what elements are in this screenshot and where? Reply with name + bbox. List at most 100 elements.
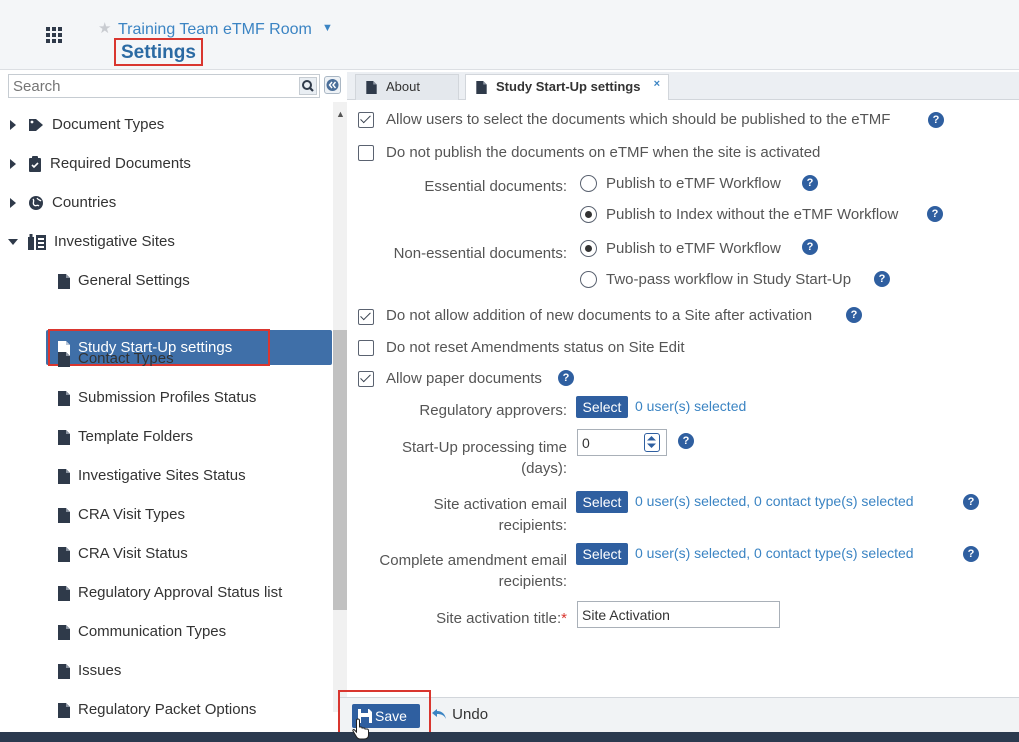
double-chevron-left-icon (326, 79, 339, 91)
collapse-sidebar-button[interactable] (324, 76, 341, 94)
do-not-publish-checkbox[interactable] (358, 145, 374, 161)
tree-item-label: Investigative Sites (54, 233, 175, 250)
nonessential-publish-etmf-workflow-radio[interactable] (580, 240, 597, 257)
tree-item-label: Submission Profiles Status (78, 389, 257, 406)
complete-amendment-recipients-value[interactable]: 0 user(s) selected, 0 contact type(s) se… (635, 545, 914, 561)
help-icon[interactable]: ? (874, 271, 890, 287)
file-icon (58, 507, 70, 523)
essential-publish-index-radio[interactable] (580, 206, 597, 223)
scroll-up-arrow-icon[interactable]: ▲ (336, 109, 345, 119)
room-title[interactable]: Training Team eTMF Room (118, 21, 312, 39)
caret-right-icon[interactable] (8, 149, 18, 179)
tree-item-countries[interactable]: Countries (8, 188, 328, 218)
file-icon (58, 702, 70, 718)
allow-select-docs-label: Allow users to select the documents whic… (386, 111, 891, 128)
site-activation-title-input[interactable] (582, 605, 772, 624)
caret-right-icon[interactable] (8, 110, 18, 140)
help-icon[interactable]: ? (928, 112, 944, 128)
close-tab-icon[interactable]: × (654, 72, 660, 96)
help-icon[interactable]: ? (963, 546, 979, 562)
help-icon[interactable]: ? (963, 494, 979, 510)
processing-time-label-line2: (days): (521, 460, 567, 477)
amendment-label-line2: recipients: (498, 573, 567, 590)
tree-item-issues[interactable]: Issues (58, 656, 328, 686)
star-icon[interactable]: ★ (98, 21, 111, 36)
help-icon[interactable]: ? (802, 175, 818, 191)
tab-about[interactable]: About (355, 74, 459, 100)
caret-down-icon[interactable] (8, 227, 18, 257)
site-activation-recipients-value[interactable]: 0 user(s) selected, 0 contact type(s) se… (635, 493, 914, 509)
apps-grid-icon[interactable] (46, 27, 64, 43)
nonessential-opt2-label: Two-pass workflow in Study Start-Up (606, 271, 852, 288)
search-input[interactable] (9, 75, 299, 97)
sidebar-scrollbar-thumb[interactable] (333, 330, 347, 610)
tree-item-regulatory-packet-options[interactable]: Regulatory Packet Options (58, 695, 328, 725)
required-asterisk: * (561, 610, 567, 627)
nonessential-two-pass-radio[interactable] (580, 271, 597, 288)
amendment-label-line1: Complete amendment email (379, 552, 567, 569)
file-icon (58, 546, 70, 562)
investigative-sites-icon (28, 234, 46, 251)
tree-item-label: Investigative Sites Status (78, 467, 246, 484)
settings-tree: Document Types Required Documents Countr… (8, 102, 333, 742)
save-button-label: Save (375, 708, 407, 724)
undo-button[interactable]: Undo (432, 706, 488, 723)
tree-item-general-settings[interactable]: General Settings (58, 266, 328, 296)
processing-time-input-box (577, 429, 667, 456)
file-icon (58, 390, 70, 406)
file-icon (58, 663, 70, 679)
floppy-disk-icon (358, 709, 372, 723)
tree-item-label: Template Folders (78, 428, 194, 445)
tree-item-regulatory-approval-status-list[interactable]: Regulatory Approval Status list (58, 578, 328, 608)
file-icon (58, 273, 70, 289)
site-activation-title-box (577, 601, 780, 628)
help-icon[interactable]: ? (927, 206, 943, 222)
no-reset-amendments-checkbox[interactable] (358, 340, 374, 356)
regulatory-approvers-select-button[interactable]: Select (576, 396, 628, 418)
no-add-docs-checkbox[interactable] (358, 309, 374, 325)
tree-item-required-documents[interactable]: Required Documents (8, 149, 328, 179)
tree-item-communication-types[interactable]: Communication Types (58, 617, 328, 647)
processing-time-input[interactable] (582, 432, 637, 453)
tree-item-investigative-sites-status[interactable]: Investigative Sites Status (58, 461, 328, 491)
tree-item-contact-types[interactable]: Contact Types (58, 344, 328, 374)
clipboard-check-icon (29, 156, 41, 173)
essential-opt2-label: Publish to Index without the eTMF Workfl… (606, 206, 899, 223)
tree-item-label: Required Documents (50, 155, 191, 172)
help-icon[interactable]: ? (846, 307, 862, 323)
file-icon (58, 585, 70, 601)
sidebar: Document Types Required Documents Countr… (0, 72, 347, 742)
help-icon[interactable]: ? (678, 433, 694, 449)
tree-item-document-types[interactable]: Document Types (8, 110, 328, 140)
help-icon[interactable]: ? (802, 239, 818, 255)
tree-item-template-folders[interactable]: Template Folders (58, 422, 328, 452)
tree-item-investigative-sites[interactable]: Investigative Sites (8, 227, 328, 257)
tree-item-label: Issues (78, 662, 122, 679)
no-add-docs-label: Do not allow addition of new documents t… (386, 307, 813, 324)
save-button[interactable]: Save (352, 704, 420, 728)
search-button[interactable] (299, 77, 317, 95)
site-activation-label-line1: Site activation email (433, 496, 567, 513)
tree-item-cra-visit-status[interactable]: CRA Visit Status (58, 539, 328, 569)
tag-icon (29, 119, 43, 132)
essential-opt1-label: Publish to eTMF Workflow (606, 175, 781, 192)
help-icon[interactable]: ? (558, 370, 574, 386)
room-dropdown-caret-icon[interactable]: ▼ (322, 22, 333, 34)
allow-paper-docs-checkbox[interactable] (358, 371, 374, 387)
complete-amendment-select-button[interactable]: Select (576, 543, 628, 565)
non-essential-documents-label: Non-essential documents: (393, 245, 567, 262)
essential-publish-etmf-workflow-radio[interactable] (580, 175, 597, 192)
spinner-updown-icon[interactable] (644, 433, 660, 452)
tree-item-submission-profiles-status[interactable]: Submission Profiles Status (58, 383, 328, 413)
caret-right-icon[interactable] (8, 188, 18, 218)
site-activation-title-label-text: Site activation title: (436, 610, 562, 627)
page-title: Settings (114, 38, 203, 66)
site-activation-select-button[interactable]: Select (576, 491, 628, 513)
regulatory-approvers-value[interactable]: 0 user(s) selected (635, 398, 746, 414)
processing-time-label: Start-Up processing time (days): (357, 437, 567, 479)
essential-documents-label: Essential documents: (424, 178, 567, 195)
allow-select-docs-checkbox[interactable] (358, 112, 374, 128)
settings-form: Allow users to select the documents whic… (347, 100, 1019, 690)
tree-item-cra-visit-types[interactable]: CRA Visit Types (58, 500, 328, 530)
tab-study-start-up-settings[interactable]: Study Start-Up settings × (465, 74, 669, 101)
